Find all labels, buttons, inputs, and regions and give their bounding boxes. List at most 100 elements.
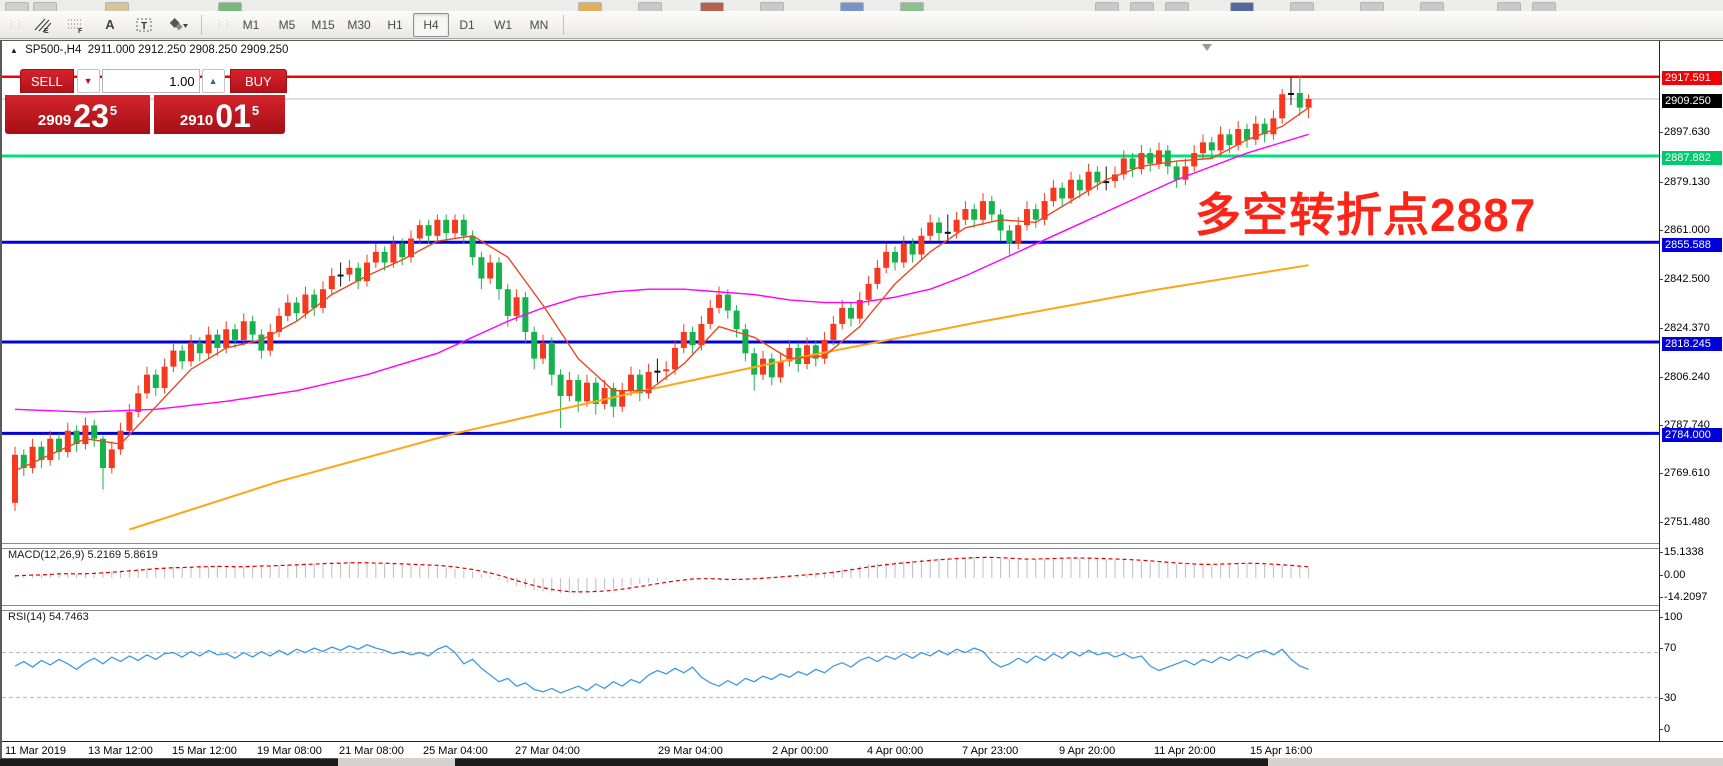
axis-tick (1660, 182, 1663, 183)
axis-tick (1660, 552, 1663, 553)
axis-tick (1660, 279, 1663, 280)
partial-toolbar-icon[interactable] (1290, 2, 1314, 11)
fibonacci-tool-icon[interactable]: F (60, 13, 92, 37)
axis-tick-label: -14.2097 (1664, 590, 1707, 604)
buy-price-sup: 5 (252, 91, 259, 131)
volume-dropdown-button[interactable]: ▼ (77, 69, 100, 93)
axis-tick (1660, 617, 1663, 618)
time-axis-label: 4 Apr 00:00 (867, 745, 923, 757)
partial-toolbar-icon[interactable] (218, 2, 242, 11)
time-axis-label: 15 Apr 16:00 (1250, 745, 1312, 757)
chart-window: ▲ SP500-,H4 2911.000 2912.250 2908.250 2… (0, 40, 1723, 758)
axis-tick (1660, 230, 1663, 231)
partial-toolbar-icon[interactable] (1497, 2, 1521, 11)
toolbar-grip[interactable]: ⋮⋮ (6, 19, 22, 30)
buy-price-prefix: 2910 (180, 111, 213, 131)
partial-toolbar-icon[interactable] (638, 2, 662, 11)
axis-tick (1660, 425, 1663, 426)
one-click-trading-panel: SELL ▼ ▲ BUY 2909 23 5 2910 01 5 (5, 69, 287, 134)
price-axis[interactable]: 2917.5912909.2502897.6302887.8822879.130… (1659, 41, 1723, 741)
axis-tick (1660, 698, 1663, 699)
price-level-badge: 2917.591 (1662, 71, 1722, 85)
partial-toolbar-icon[interactable] (840, 2, 864, 11)
partial-toolbar-icon[interactable] (760, 2, 784, 11)
axis-tick (1660, 473, 1663, 474)
label-tool-icon[interactable]: T (128, 13, 160, 37)
partial-toolbar-icon[interactable] (1420, 2, 1444, 11)
svg-text:F: F (78, 28, 83, 33)
partial-toolbar-icon[interactable] (900, 2, 924, 11)
toolbar-separator (563, 15, 564, 35)
timeframe-button-mn[interactable]: MN (521, 13, 557, 37)
time-axis-label: 27 Mar 04:00 (515, 745, 580, 757)
axis-tick-label: 2897.630 (1664, 125, 1710, 139)
macd-panel (2, 547, 1659, 605)
shapes-tool-icon[interactable] (162, 13, 194, 37)
volume-increase-button[interactable]: ▲ (202, 69, 225, 93)
buy-price-big: 01 (215, 101, 251, 131)
svg-text:E: E (44, 28, 49, 33)
timeframe-button-w1[interactable]: W1 (485, 13, 521, 37)
buy-button[interactable]: BUY (230, 69, 287, 93)
rsi-panel (2, 609, 1659, 739)
minimized-chart-bar[interactable] (455, 758, 1268, 766)
axis-tick-label: 2861.000 (1664, 223, 1710, 237)
time-axis-label: 21 Mar 08:00 (339, 745, 404, 757)
price-level-badge: 2887.882 (1662, 151, 1722, 165)
partial-toolbar-icon[interactable] (33, 2, 57, 11)
sell-price-display[interactable]: 2909 23 5 (5, 95, 150, 134)
chart-shift-marker-icon (1202, 44, 1212, 51)
volume-input[interactable] (102, 69, 200, 93)
timeframe-button-m5[interactable]: M5 (269, 13, 305, 37)
partial-toolbar-icon[interactable] (578, 2, 602, 11)
timeframe-button-m15[interactable]: M15 (305, 13, 341, 37)
time-axis-label: 11 Mar 2019 (5, 745, 66, 757)
chart-ohlc-values: 2911.000 2912.250 2908.250 2909.250 (88, 44, 289, 56)
partial-toolbar-icon[interactable] (1360, 2, 1384, 11)
time-axis-label: 9 Apr 20:00 (1059, 745, 1115, 757)
axis-tick (1660, 328, 1663, 329)
partial-toolbar-icon[interactable] (1130, 2, 1154, 11)
axis-tick-label: 0.00 (1664, 568, 1685, 582)
timeframe-button-d1[interactable]: D1 (449, 13, 485, 37)
macd-label: MACD(12,26,9) 5.2169 5.8619 (8, 549, 158, 561)
axis-tick-label: 2824.370 (1664, 321, 1710, 335)
text-tool-icon[interactable]: A (94, 13, 126, 37)
time-axis-label: 11 Apr 20:00 (1154, 745, 1216, 757)
axis-tick-label: 100 (1664, 610, 1682, 624)
equidistant-channel-tool-icon[interactable]: E (26, 13, 58, 37)
time-axis-label: 2 Apr 00:00 (772, 745, 828, 757)
time-axis-label: 29 Mar 04:00 (658, 745, 723, 757)
timeframe-button-h1[interactable]: H1 (377, 13, 413, 37)
rsi-label: RSI(14) 54.7463 (8, 611, 89, 623)
axis-tick-label: 2842.500 (1664, 272, 1710, 286)
axis-tick-label: 70 (1664, 641, 1676, 655)
partial-toolbar-icon[interactable] (105, 2, 129, 11)
time-axis-label: 13 Mar 12:00 (88, 745, 153, 757)
axis-tick (1660, 132, 1663, 133)
minimized-chart-bar[interactable] (0, 758, 338, 766)
partial-toolbar-icon[interactable] (1230, 2, 1254, 11)
sell-price-prefix: 2909 (38, 111, 71, 131)
timeframe-button-h4[interactable]: H4 (413, 13, 449, 37)
partial-toolbar-icon[interactable] (1532, 2, 1556, 11)
axis-tick (1660, 522, 1663, 523)
partial-toolbar-icon[interactable] (1165, 2, 1189, 11)
partial-toolbar-icon[interactable] (5, 2, 29, 11)
time-axis-label: 7 Apr 23:00 (962, 745, 1018, 757)
timeframe-group: M1M5M15M30H1H4D1W1MN (233, 11, 557, 38)
sell-button[interactable]: SELL (20, 69, 74, 93)
timeframe-button-m1[interactable]: M1 (233, 13, 269, 37)
axis-tick (1660, 377, 1663, 378)
axis-tick-label: 2879.130 (1664, 175, 1710, 189)
toolbar-grip[interactable]: ⋮⋮ (214, 19, 230, 30)
buy-price-display[interactable]: 2910 01 5 (154, 95, 285, 134)
collapse-icon[interactable]: ▲ (10, 46, 18, 55)
time-axis-label: 15 Mar 12:00 (172, 745, 237, 757)
partial-toolbar-icon[interactable] (1095, 2, 1119, 11)
timeframe-button-m30[interactable]: M30 (341, 13, 377, 37)
partial-toolbar-icon[interactable] (700, 2, 724, 11)
toolbar-separator (201, 15, 202, 35)
mt4-terminal: ⋮⋮ E F AT ⋮⋮ M1M5M15M30H1H4D1W1MN ▲ SP500-… (0, 0, 1723, 766)
axis-tick-label: 15.1338 (1664, 545, 1704, 559)
